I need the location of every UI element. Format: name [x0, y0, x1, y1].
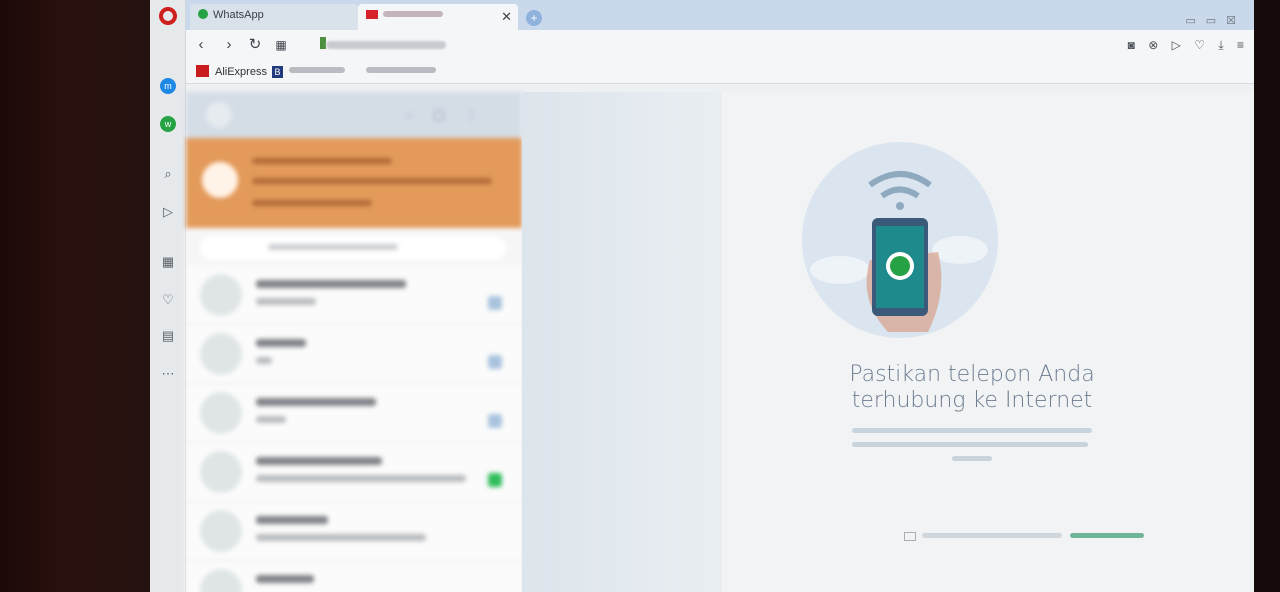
chat-preview	[256, 357, 272, 364]
adblock-icon[interactable]: ⊗	[1148, 38, 1158, 52]
chat-search	[186, 228, 522, 266]
list-item[interactable]	[186, 561, 522, 592]
whatsapp-chat-list-pane: ◌▢⋮	[186, 92, 522, 592]
bookmark-aliexpress[interactable]: AliExpress	[196, 65, 267, 78]
chat-preview	[256, 534, 426, 541]
tab-whatsapp[interactable]: WhatsApp	[190, 4, 358, 30]
avatar	[200, 274, 242, 316]
avatar	[200, 333, 242, 375]
toolbar-actions: ◙ ⊗ ▷ ♡ ⤓ ≡	[1118, 38, 1244, 53]
site-favicon-icon	[366, 10, 378, 19]
whatsapp-icon[interactable]: w	[160, 116, 176, 132]
intro-description-line	[852, 428, 1092, 433]
tab-active[interactable]: ✕	[358, 4, 518, 30]
photo-bezel-left	[0, 0, 160, 592]
notification-banner[interactable]	[186, 138, 522, 228]
avatar	[200, 451, 242, 493]
download-icon[interactable]: ⤓	[1218, 38, 1223, 52]
tab-active-label	[383, 11, 443, 17]
tab-whatsapp-label: WhatsApp	[213, 9, 264, 21]
chat-preview	[256, 475, 466, 482]
search-placeholder	[268, 244, 398, 250]
tab-strip: WhatsApp ✕ + ▭▭☒	[186, 0, 1254, 30]
avatar	[200, 392, 242, 434]
whatsapp-tab-icon	[198, 9, 208, 19]
banner-title	[252, 158, 392, 164]
phone-connected-illustration	[802, 142, 998, 338]
chat-name	[256, 339, 306, 347]
speed-dial-icon[interactable]: ▦	[160, 254, 176, 270]
address-toolbar: ‹ › ↻ ▦ ◙ ⊗ ▷ ♡ ⤓ ≡	[186, 30, 1254, 60]
intro-description-line	[952, 456, 992, 461]
address-field[interactable]	[326, 41, 446, 49]
bookmark-b-label	[289, 67, 345, 73]
banner-text	[252, 178, 492, 184]
intro-description-line	[852, 442, 1088, 447]
heart-icon[interactable]: ♡	[1194, 38, 1205, 52]
download-link[interactable]	[1070, 533, 1144, 538]
avatar	[200, 569, 242, 592]
bookmarks-bar: AliExpress B	[186, 60, 1254, 84]
forward-button[interactable]: ›	[220, 36, 238, 54]
whatsapp-header: ◌▢⋮	[186, 92, 522, 138]
alert-icon	[202, 162, 238, 198]
chat-status-icon	[488, 355, 502, 369]
avatar	[200, 510, 242, 552]
menu-icon[interactable]: ≡	[1237, 38, 1244, 52]
aliexpress-icon	[196, 65, 209, 77]
download-note-text	[922, 533, 1062, 538]
avatar[interactable]	[206, 102, 232, 128]
chat-preview	[256, 298, 316, 305]
bookmark-third-label	[366, 67, 436, 73]
search-input[interactable]	[200, 236, 506, 260]
flow-send-icon[interactable]: ▷	[1172, 38, 1181, 52]
history-icon[interactable]: ▤	[160, 328, 176, 344]
chat-preview	[256, 416, 286, 423]
list-item[interactable]	[186, 325, 522, 384]
photo-bezel-right	[1254, 0, 1280, 592]
search-icon[interactable]: ⌕	[160, 166, 176, 182]
back-button[interactable]: ‹	[192, 36, 210, 54]
booking-icon: B	[272, 66, 283, 78]
chat-name	[256, 516, 328, 524]
unread-badge	[488, 473, 502, 487]
bookmark-b[interactable]: B	[272, 65, 345, 78]
banner-link	[252, 200, 372, 206]
chat-name	[256, 280, 406, 288]
list-item[interactable]	[186, 443, 522, 502]
opera-logo-icon[interactable]	[159, 7, 177, 25]
pane-divider	[522, 92, 722, 592]
header-actions[interactable]: ◌▢⋮	[405, 107, 498, 123]
chat-name	[256, 575, 314, 583]
messenger-icon[interactable]: m	[160, 78, 176, 94]
lock-icon	[320, 37, 326, 49]
camera-icon[interactable]: ◙	[1128, 38, 1135, 52]
laptop-icon	[904, 532, 916, 541]
intro-title: Pastikan telepon Anda terhubung ke Inter…	[849, 362, 1095, 413]
bookmarks-heart-icon[interactable]: ♡	[160, 292, 176, 308]
intro-description	[852, 428, 1092, 468]
window-controls[interactable]: ▭▭☒	[1185, 14, 1246, 27]
speed-dial-button[interactable]: ▦	[272, 36, 290, 54]
close-tab-icon[interactable]: ✕	[501, 9, 512, 25]
chat-status-icon	[488, 296, 502, 310]
flow-icon[interactable]: ▷	[160, 204, 176, 220]
browser-window: m w ⌕ ▷ ▦ ♡ ▤ ⋯ WhatsApp ✕ + ▭▭☒ ‹ › ↻ ▦…	[150, 0, 1254, 592]
list-item[interactable]	[186, 266, 522, 325]
chat-name	[256, 398, 376, 406]
opera-sidebar: m w ⌕ ▷ ▦ ♡ ▤ ⋯	[150, 0, 186, 592]
bookmark-aliexpress-label: AliExpress	[215, 66, 267, 78]
reload-button[interactable]: ↻	[246, 36, 264, 54]
bookmark-third[interactable]	[366, 65, 436, 77]
windows-download-note	[904, 532, 1144, 543]
whatsapp-intro-pane: Pastikan telepon Anda terhubung ke Inter…	[722, 92, 1254, 592]
list-item[interactable]	[186, 502, 522, 561]
chat-name	[256, 457, 382, 465]
new-tab-button[interactable]: +	[526, 10, 542, 26]
chat-status-icon	[488, 414, 502, 428]
extensions-icon[interactable]: ⋯	[160, 366, 176, 382]
list-item[interactable]	[186, 384, 522, 443]
